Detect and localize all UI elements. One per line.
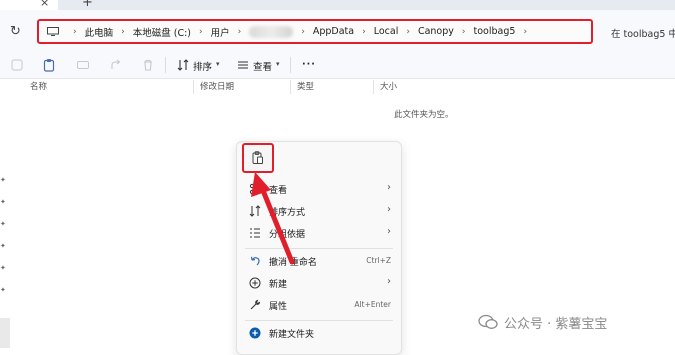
more-options-button[interactable]: ··· — [302, 59, 316, 70]
watermark: 公众号 · 紫薯宝宝 — [478, 311, 607, 333]
sort-icon — [249, 205, 261, 217]
chevron-right-icon: › — [199, 26, 203, 37]
search-input[interactable]: 在 toolbag5 中 — [611, 26, 675, 40]
column-header-modified[interactable]: 修改日期 — [200, 80, 234, 92]
toolbar-divider — [165, 57, 166, 73]
breadcrumb-item-appdata[interactable]: AppData — [313, 26, 354, 37]
menu-divider — [245, 320, 393, 321]
breadcrumb-item-local-disk[interactable]: 本地磁盘 (C:) — [133, 25, 191, 39]
delete-icon[interactable] — [141, 58, 155, 72]
menu-item-label: 撤消 重命名 — [269, 258, 317, 268]
chevron-right-icon: › — [73, 26, 77, 37]
menu-item-undo-rename[interactable]: 撤消 重命名 Ctrl+Z — [237, 250, 401, 272]
menu-item-label: 查看 — [269, 186, 288, 196]
sort-button[interactable]: 排序 — [193, 59, 212, 73]
chevron-right-icon: › — [387, 204, 391, 215]
new-tab-button[interactable]: + — [82, 0, 93, 10]
chevron-right-icon: › — [461, 26, 466, 37]
breadcrumb-item-this-pc[interactable]: 此电脑 — [85, 25, 114, 39]
breadcrumb-item-users[interactable]: 用户 — [211, 25, 230, 39]
chevron-right-icon: › — [387, 182, 391, 193]
rename-icon[interactable] — [76, 58, 90, 72]
sort-icon — [177, 59, 189, 71]
tab-strip: × + — [0, 0, 675, 10]
cut-icon[interactable] — [10, 58, 24, 72]
chevron-right-icon: › — [387, 276, 391, 287]
chevron-right-icon: › — [523, 26, 528, 37]
group-by-icon — [250, 228, 260, 238]
menu-item-group-by[interactable]: 分组依据 › — [237, 222, 401, 244]
menu-item-label: 新建文件夹 — [269, 330, 315, 340]
breadcrumb-item-username-blurred[interactable] — [249, 25, 294, 38]
menu-item-new[interactable]: 新建 › — [237, 272, 401, 294]
active-tab[interactable]: × — [0, 0, 58, 10]
menu-item-label: 新建 — [269, 280, 288, 290]
view-button[interactable]: 查看 — [253, 59, 272, 73]
chevron-right-icon: › — [387, 226, 391, 237]
wechat-logo-icon — [478, 314, 498, 329]
menu-item-label: 分组依据 — [269, 230, 306, 240]
chevron-right-icon: › — [237, 26, 242, 37]
command-bar: 排序 ▾ 查看 ▾ ··· — [0, 52, 675, 79]
address-bar[interactable]: › 此电脑 › 本地磁盘 (C:) › 用户 › › AppData › Loc… — [37, 19, 593, 44]
column-divider[interactable] — [290, 80, 291, 94]
shortcut-text: Alt+Enter — [354, 300, 391, 309]
pin-icon[interactable]: ✦ — [0, 177, 6, 184]
computer-icon — [47, 27, 59, 36]
toolbar-divider — [290, 57, 291, 73]
chevron-down-icon: ▾ — [216, 60, 220, 68]
breadcrumb-item-canopy[interactable]: Canopy — [418, 26, 454, 37]
column-header-size[interactable]: 大小 — [380, 80, 397, 92]
grid-view-icon — [249, 183, 255, 195]
pin-icon[interactable]: ✦ — [0, 243, 6, 250]
pin-icon[interactable]: ✦ — [0, 199, 6, 206]
nav-pane-scrollbar[interactable] — [0, 318, 10, 348]
wrench-icon — [250, 299, 261, 310]
column-header-type[interactable]: 类型 — [297, 80, 314, 92]
menu-divider — [245, 248, 393, 249]
undo-icon — [250, 256, 260, 266]
paste-icon[interactable] — [42, 58, 56, 72]
pin-icon[interactable]: ✦ — [0, 221, 6, 228]
paste-icon — [252, 151, 263, 164]
chevron-right-icon: › — [362, 26, 366, 37]
chevron-down-icon: ▾ — [276, 60, 280, 68]
tab-close-button[interactable]: × — [40, 0, 49, 9]
breadcrumb-item-toolbag5[interactable]: toolbag5 — [474, 26, 516, 37]
pin-icon[interactable]: ✦ — [0, 265, 6, 272]
chevron-right-icon: › — [121, 26, 125, 37]
column-header-name[interactable]: 名称 — [30, 80, 47, 92]
chevron-right-icon: › — [301, 26, 305, 37]
view-icon — [238, 61, 248, 69]
menu-item-new-folder[interactable]: 新建文件夹 — [237, 322, 401, 344]
pin-icon[interactable]: ✦ — [0, 287, 6, 294]
chevron-right-icon: › — [406, 26, 410, 37]
menu-item-view[interactable]: 查看 › — [237, 178, 401, 200]
refresh-button[interactable]: ↻ — [10, 24, 21, 39]
address-row: ↻ › 此电脑 › 本地磁盘 (C:) › 用户 › › AppData › L… — [0, 10, 675, 52]
new-folder-icon — [249, 327, 261, 339]
menu-item-label: 属性 — [269, 302, 288, 312]
menu-item-sort-by[interactable]: 排序方式 › — [237, 200, 401, 222]
watermark-text: 公众号 · 紫薯宝宝 — [504, 316, 608, 332]
share-icon[interactable] — [109, 58, 123, 72]
add-circle-icon — [249, 277, 261, 289]
menu-item-label: 排序方式 — [269, 208, 306, 218]
column-divider[interactable] — [193, 80, 194, 94]
column-divider[interactable] — [373, 80, 374, 94]
menu-item-properties[interactable]: 属性 Alt+Enter — [237, 294, 401, 316]
empty-folder-message: 此文件夹为空。 — [394, 110, 454, 120]
context-menu: 查看 › 排序方式 › 分组依据 › 撤消 重命名 Ctrl+Z 新建 › 属性… — [236, 141, 402, 355]
shortcut-text: Ctrl+Z — [366, 256, 391, 265]
breadcrumb-item-local[interactable]: Local — [374, 26, 399, 37]
paste-button[interactable] — [242, 143, 274, 173]
